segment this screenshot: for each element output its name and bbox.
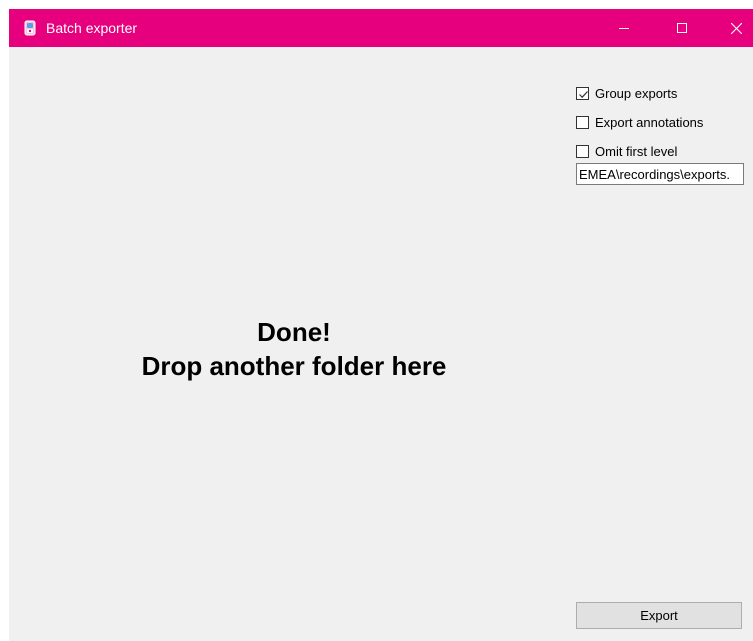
export-button[interactable]: Export [576, 602, 742, 629]
output-path-field[interactable] [576, 163, 744, 185]
minimize-button[interactable] [601, 9, 647, 47]
title-bar[interactable]: Batch exporter [9, 9, 753, 47]
group-exports-checkbox[interactable] [576, 86, 589, 100]
drop-status-text: Done! [257, 317, 331, 347]
close-button[interactable] [713, 9, 753, 47]
batch-exporter-app-icon [22, 20, 38, 36]
maximize-icon [677, 23, 687, 33]
close-icon [730, 22, 742, 34]
window-title: Batch exporter [46, 20, 138, 36]
checkmark-icon [579, 90, 588, 98]
drop-zone-message: Done! Drop another folder here [39, 315, 549, 383]
minimize-icon [619, 23, 629, 33]
omit-first-level-option[interactable]: Omit first level [576, 142, 677, 160]
export-annotations-option[interactable]: Export annotations [576, 113, 703, 131]
batch-exporter-window: Batch exporter Done! Drop another folder… [9, 9, 753, 641]
omit-first-level-label: Omit first level [595, 143, 678, 159]
folder-drop-zone[interactable]: Done! Drop another folder here [9, 47, 576, 641]
maximize-button[interactable] [659, 9, 705, 47]
export-annotations-label: Export annotations [595, 114, 704, 130]
drop-instruction-text: Drop another folder here [141, 351, 447, 381]
export-annotations-checkbox[interactable] [576, 115, 589, 129]
group-exports-option[interactable]: Group exports [576, 84, 677, 102]
group-exports-label: Group exports [595, 85, 678, 101]
omit-first-level-checkbox[interactable] [576, 144, 589, 158]
